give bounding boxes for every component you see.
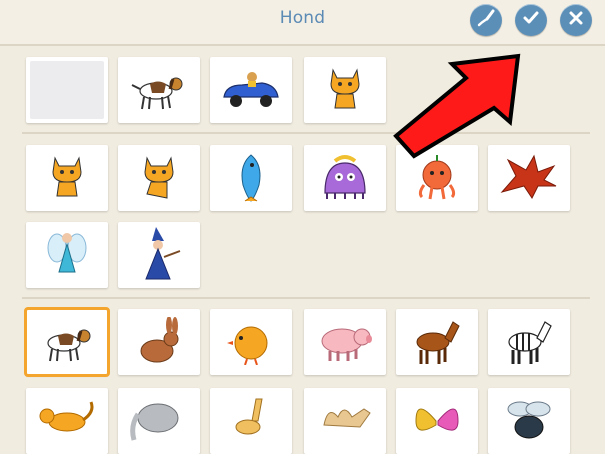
wizard-icon [145,227,181,280]
sprite-tile-rabbit[interactable] [118,309,200,375]
sprite-tile-dog-selected[interactable] [24,307,110,377]
sprite-tile-elephant[interactable] [118,388,200,454]
dog-icon [47,329,91,362]
paint-editor-icon [476,8,496,33]
sprite-tile-giraffe[interactable] [210,388,292,454]
monkey-icon [39,401,94,432]
sprite-tile-chick[interactable] [210,309,292,375]
empty-slot [30,61,104,119]
giraffe-icon [235,398,263,435]
horse-icon [416,321,460,364]
elephant-icon [130,403,179,441]
sprite-tile-butterfly[interactable] [396,388,478,454]
sprite-tile-wizard[interactable] [118,222,200,288]
header-divider [0,44,605,46]
sprite-tile-horse[interactable] [396,309,478,375]
sprite-tile-fairy[interactable] [26,222,108,288]
paint-editor-button[interactable] [470,4,502,36]
sprite-tile-camel[interactable] [304,388,386,454]
rabbit-icon [140,317,179,363]
red-arrow-annotation [392,52,532,166]
chick-icon [227,326,268,365]
ok-button[interactable] [515,4,547,36]
sprite-tile-fly[interactable] [488,388,570,454]
fairy-icon [47,233,87,273]
checkmark-icon [522,9,540,32]
sprite-tile-zebra[interactable] [488,309,570,375]
cancel-button[interactable] [560,4,592,36]
cat-icon [330,68,360,109]
fly-icon [507,401,551,439]
dog-icon [131,77,183,110]
section-divider-2 [22,297,590,299]
camel-icon [323,408,371,428]
sprite-tile-dog[interactable] [118,57,200,123]
zebra-icon [508,321,552,364]
monster-icon [324,155,366,199]
sprite-tile-cat[interactable] [304,57,386,123]
pig-icon [321,328,372,361]
sprite-tile-car[interactable] [210,57,292,123]
butterfly-icon [415,408,459,431]
sprite-tile-cat-a[interactable] [26,145,108,211]
fish-icon [241,154,261,202]
sprite-tile-monkey[interactable] [26,388,108,454]
cat-icon [144,156,174,199]
close-icon [568,10,584,31]
sprite-tile-pig[interactable] [304,309,386,375]
sprite-tile-empty[interactable] [26,57,108,123]
cat-icon [52,156,82,197]
sprite-tile-monster[interactable] [304,145,386,211]
car-icon [223,72,279,107]
sprite-tile-fish[interactable] [210,145,292,211]
arrow-icon [393,53,521,159]
sprite-tile-cat-b[interactable] [118,145,200,211]
